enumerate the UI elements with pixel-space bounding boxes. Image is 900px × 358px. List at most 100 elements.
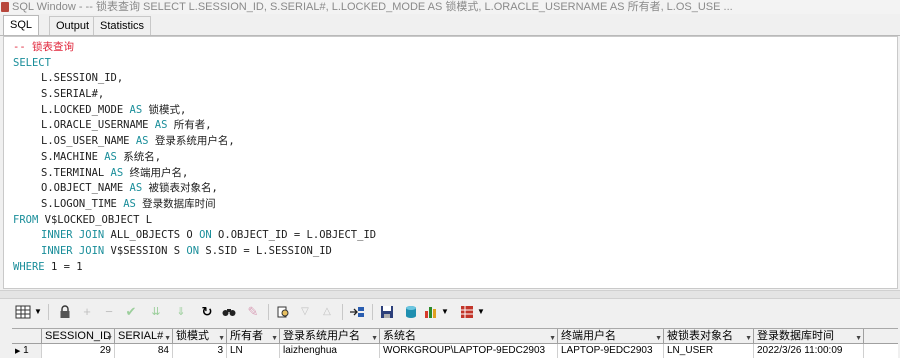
join-condition: O.OBJECT_ID = L.OBJECT_ID — [218, 229, 377, 242]
column-alias: 所有者, — [173, 119, 212, 132]
find-icon[interactable] — [220, 303, 238, 321]
column-alias: 被锁表对象名, — [148, 182, 218, 195]
code-line: L.OS_USER_NAME AS 登录系统用户名, — [13, 134, 897, 150]
grid-view-icon[interactable] — [14, 303, 32, 321]
post-changes-icon[interactable]: ✔ — [122, 303, 140, 321]
tab-statistics[interactable]: Statistics — [93, 16, 152, 35]
column-ref: S.MACHINE — [41, 150, 98, 163]
column-ref: L.ORACLE_USERNAME — [41, 119, 149, 132]
chart-icon[interactable] — [422, 303, 440, 321]
row-header-corner — [12, 329, 42, 343]
where-condition: 1 = 1 — [50, 260, 83, 273]
column-alias: 锁模式, — [148, 103, 187, 116]
chevron-down-icon[interactable]: ▼ — [440, 303, 450, 321]
cell-session-id[interactable]: 29 — [42, 344, 115, 358]
column-alias: 系统名, — [123, 150, 162, 163]
column-header[interactable]: 所有者 ▼ — [227, 329, 280, 343]
row-header[interactable]: ▶ 1 — [12, 344, 42, 358]
code-line: S.MACHINE AS 系统名, — [13, 150, 897, 166]
column-header[interactable]: 被锁表对象名 ▼ — [664, 329, 754, 343]
cell-owner[interactable]: LN — [227, 344, 280, 358]
code-line: S.LOGON_TIME AS 登录数据库时间 — [13, 197, 897, 213]
clear-icon[interactable]: ✎ — [244, 303, 262, 321]
keyword: INNER JOIN — [41, 229, 105, 242]
column-ref: S.SERIAL#, — [41, 88, 105, 101]
cell-machine[interactable]: WORKGROUP\LAPTOP-9EDC2903 — [380, 344, 558, 358]
query-by-example-icon[interactable] — [274, 303, 292, 321]
grid-header: SESSION_ID ▼ SERIAL# ▼ 锁模式 ▼ 所有者 ▼ 登录系统用户名 ▼ … — [12, 329, 898, 344]
cell-object-name[interactable]: LN_USER — [664, 344, 754, 358]
code-line: L.LOCKED_MODE AS 锁模式, — [13, 103, 897, 119]
window-title-bar: SQL Window - -- 锁表查询 SELECT L.SESSION_ID… — [0, 0, 900, 14]
column-ref: L.LOCKED_MODE — [41, 103, 124, 116]
add-record-icon[interactable]: + — [78, 303, 96, 321]
cell-locked-mode[interactable]: 3 — [173, 344, 227, 358]
keyword: AS — [104, 150, 117, 163]
print-icon[interactable] — [458, 303, 476, 321]
cell-terminal[interactable]: LAPTOP-9EDC2903 — [558, 344, 664, 358]
code-line: L.SESSION_ID, — [13, 71, 897, 87]
column-header[interactable]: 系统名 ▼ — [380, 329, 558, 343]
code-line: S.SERIAL#, — [13, 87, 897, 103]
keyword: ON — [199, 229, 212, 242]
keyword: SELECT — [13, 56, 51, 69]
code-line: L.ORACLE_USERNAME AS 所有者, — [13, 118, 897, 134]
tab-bar: SQL Output Statistics — [0, 15, 900, 36]
table-ref: ALL_OBJECTS O — [110, 229, 193, 242]
window-title: SQL Window - -- 锁表查询 SELECT L.SESSION_ID… — [12, 1, 733, 13]
keyword: INNER JOIN — [41, 244, 105, 257]
cell-logon-time[interactable]: 2022/3/26 11:00:09 — [754, 344, 864, 358]
column-header[interactable]: SESSION_ID ▼ — [42, 329, 115, 343]
keyword: AS — [135, 135, 149, 148]
result-grid[interactable]: SESSION_ID ▼ SERIAL# ▼ 锁模式 ▼ 所有者 ▼ 登录系统用户名 ▼ … — [12, 328, 898, 358]
keyword: ON — [186, 244, 200, 257]
code-line: WHERE 1 = 1 — [13, 260, 897, 276]
export-icon[interactable] — [402, 303, 420, 321]
keyword: AS — [110, 166, 124, 179]
column-header[interactable]: 终端用户名 ▼ — [558, 329, 664, 343]
column-ref: L.SESSION_ID, — [41, 72, 124, 85]
cell-serial[interactable]: 84 — [115, 344, 173, 358]
tab-output[interactable]: Output — [49, 16, 97, 35]
keyword: AS — [123, 197, 136, 210]
code-line: FROM V$LOCKED_OBJECT L — [13, 213, 897, 229]
table-ref: V$LOCKED_OBJECT L — [44, 213, 153, 226]
pane-splitter[interactable] — [0, 290, 900, 299]
cell-os-user[interactable]: laizhenghua — [280, 344, 380, 358]
keyword: AS — [129, 103, 143, 116]
tab-sql[interactable]: SQL — [3, 15, 40, 35]
next-page-icon[interactable]: ⇊ — [147, 303, 165, 321]
lock-icon[interactable] — [56, 303, 74, 321]
column-alias: 登录数据库时间 — [142, 197, 216, 210]
column-header[interactable]: 登录数据库时间 ▼ — [754, 329, 864, 343]
code-line: SELECT — [13, 56, 897, 72]
sort-up-icon[interactable]: △ — [318, 303, 336, 321]
link-query-icon[interactable] — [348, 303, 366, 321]
column-header[interactable]: SERIAL# ▼ — [115, 329, 173, 343]
last-page-icon[interactable]: ⇓ — [172, 303, 190, 321]
delete-record-icon[interactable]: − — [100, 303, 118, 321]
table-ref: V$SESSION S — [110, 244, 181, 257]
sort-down-icon[interactable]: ▽ — [296, 303, 314, 321]
code-line: S.TERMINAL AS 终端用户名, — [13, 166, 897, 182]
column-alias: 登录系统用户名, — [154, 135, 235, 148]
join-condition: S.SID = L.SESSION_ID — [205, 244, 332, 257]
column-alias: 终端用户名, — [129, 166, 189, 179]
code-line: INNER JOIN V$SESSION S ON S.SID = L.SESS… — [13, 244, 897, 260]
sql-editor[interactable]: -- 锁表查询 SELECT L.SESSION_ID, S.SERIAL#, … — [3, 36, 898, 289]
keyword: FROM — [13, 213, 39, 226]
column-header[interactable]: 登录系统用户名 ▼ — [280, 329, 380, 343]
column-header[interactable]: 锁模式 ▼ — [173, 329, 227, 343]
keyword: AS — [154, 119, 168, 132]
code-line: -- 锁表查询 — [13, 40, 897, 56]
table-row[interactable]: ▶ 1 29 84 3 LN laizhenghua WORKGROUP\LAP… — [12, 344, 898, 358]
refresh-icon[interactable]: ↻ — [198, 303, 216, 321]
sql-window-icon — [1, 2, 9, 12]
save-icon[interactable] — [378, 303, 396, 321]
code-line: O.OBJECT_NAME AS 被锁表对象名, — [13, 181, 897, 197]
column-ref: S.TERMINAL — [41, 166, 105, 179]
chevron-down-icon[interactable]: ▼ — [476, 303, 486, 321]
chevron-down-icon[interactable]: ▼ — [33, 303, 43, 321]
sql-comment: -- 锁表查询 — [13, 41, 74, 53]
column-ref: L.OS_USER_NAME — [41, 135, 130, 148]
